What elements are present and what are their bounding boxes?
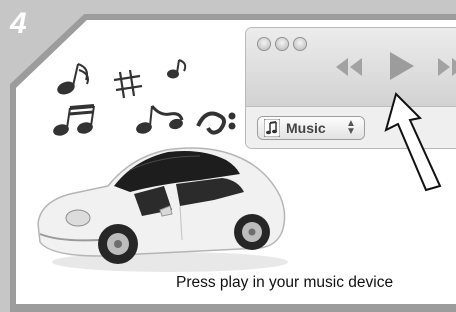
music-notes-illustration [53, 59, 236, 136]
step-number: 4 [10, 7, 27, 40]
close-window-button[interactable] [258, 38, 270, 50]
previous-icon[interactable] [334, 54, 364, 80]
select-stepper-icon: ▲ ▼ [346, 118, 356, 137]
play-icon[interactable] [386, 50, 416, 82]
next-icon[interactable] [436, 54, 456, 80]
pointer-arrow-icon [384, 92, 442, 192]
instruction-panel: 4 Music ▲ ▼ Press play in your music dev… [0, 0, 456, 312]
instruction-caption: Press play in your music device [176, 274, 394, 291]
zoom-window-button[interactable] [294, 38, 306, 50]
minimize-window-button[interactable] [276, 38, 288, 50]
source-select[interactable]: Music ▲ ▼ [258, 117, 364, 139]
music-note-icon [264, 119, 280, 137]
source-select-label: Music [286, 120, 326, 136]
speaker-car-illustration [37, 147, 288, 272]
